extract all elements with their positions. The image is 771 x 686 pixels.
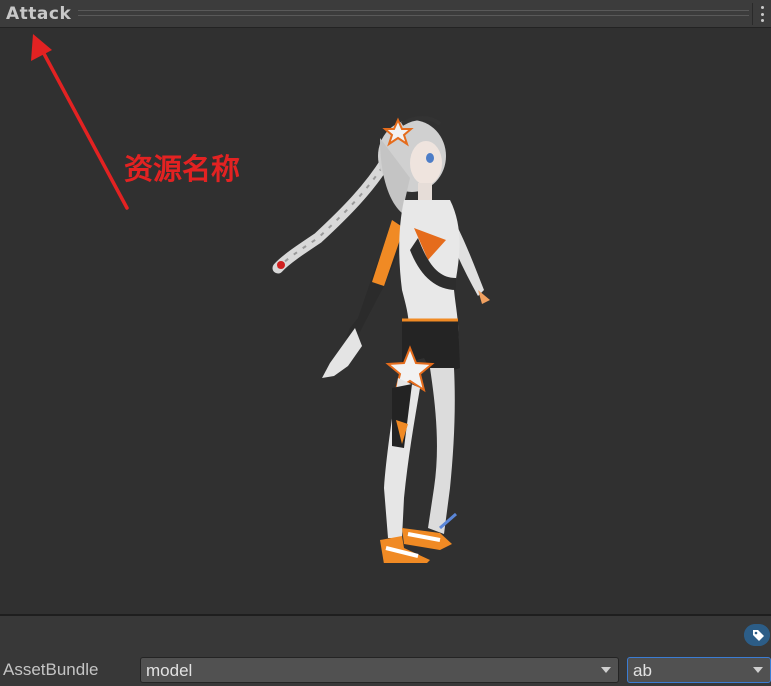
assetbundle-bar: AssetBundle model ab <box>0 616 771 686</box>
assetbundle-label: AssetBundle <box>3 660 99 679</box>
assetbundle-name-value: model <box>146 661 193 680</box>
character-model-preview <box>272 116 490 563</box>
annotation-arrow <box>31 34 129 210</box>
assetbundle-name-dropdown[interactable]: model <box>140 657 619 683</box>
asset-title: Attack <box>6 4 72 24</box>
assetbundle-variant-dropdown[interactable]: ab <box>627 657 771 683</box>
header-separator <box>752 3 753 25</box>
assetbundle-variant-value: ab <box>633 661 652 680</box>
tag-icon[interactable] <box>744 624 770 646</box>
inspector-header: Attack <box>0 0 771 28</box>
annotation-label: 资源名称 <box>124 152 241 186</box>
asset-preview[interactable]: 资源名称 <box>0 28 771 614</box>
header-rule <box>78 10 749 16</box>
kebab-menu-icon[interactable] <box>759 6 765 22</box>
chevron-down-icon <box>753 667 763 673</box>
chevron-down-icon <box>601 667 611 673</box>
